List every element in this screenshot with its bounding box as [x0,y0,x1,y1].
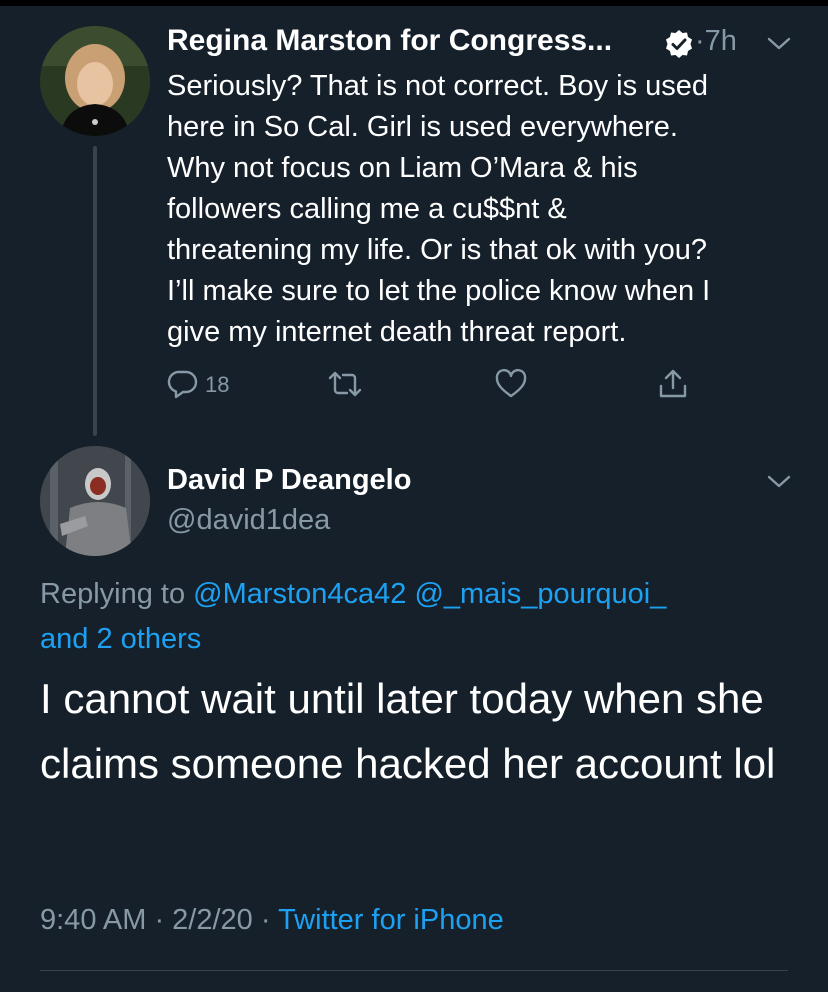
tweet-header: Regina Marston for Congress... ·7h [167,22,797,66]
avatar-photo-icon [40,446,150,556]
share-button[interactable] [657,366,697,406]
avatar-photo-icon [40,26,150,136]
tweet-text: I cannot wait until later today when she… [40,675,776,787]
tweet-time[interactable]: 7h [705,25,737,57]
thread-connector-line [93,146,97,436]
tweet-source-link[interactable]: Twitter for iPhone [278,904,504,936]
reply-button[interactable]: 18 [167,366,257,406]
others-link[interactable]: and 2 others [40,623,201,655]
tweet-meta: 9:40 AM · 2/2/20 · Twitter for iPhone [40,904,504,937]
mention-link[interactable]: @_mais_pourquoi_ [414,578,666,610]
chevron-down-icon[interactable] [766,36,792,52]
reply-count: 18 [205,372,230,397]
like-button[interactable] [495,366,535,406]
heart-icon [495,368,527,398]
share-icon [659,369,687,398]
tweet-timestamp[interactable]: 9:40 AM · 2/2/20 [40,904,253,936]
mention-link[interactable]: @Marston4ca42 [193,578,406,610]
replying-to: Replying to @Marston4ca42 @_mais_pourquo… [40,572,800,662]
divider [40,970,788,971]
author-name[interactable]: David P Deangelo [167,464,411,497]
retweet-icon [328,371,362,397]
replying-prefix: Replying to [40,578,186,610]
avatar[interactable] [40,26,150,136]
tweet-actions: 18 [167,366,727,406]
author-name[interactable]: Regina Marston for Congress... [167,24,612,58]
verified-badge-icon [666,30,692,58]
status-bar-edge [0,0,828,6]
reply-icon [167,370,198,399]
retweet-button[interactable] [327,366,367,406]
time-separator: · [695,25,705,57]
tweet-text: Seriously? That is not correct. Boy is u… [167,70,711,348]
meta-separator: · [252,904,279,936]
chevron-down-icon[interactable] [766,474,792,490]
avatar[interactable] [40,446,150,556]
author-handle[interactable]: @david1dea [167,504,330,537]
